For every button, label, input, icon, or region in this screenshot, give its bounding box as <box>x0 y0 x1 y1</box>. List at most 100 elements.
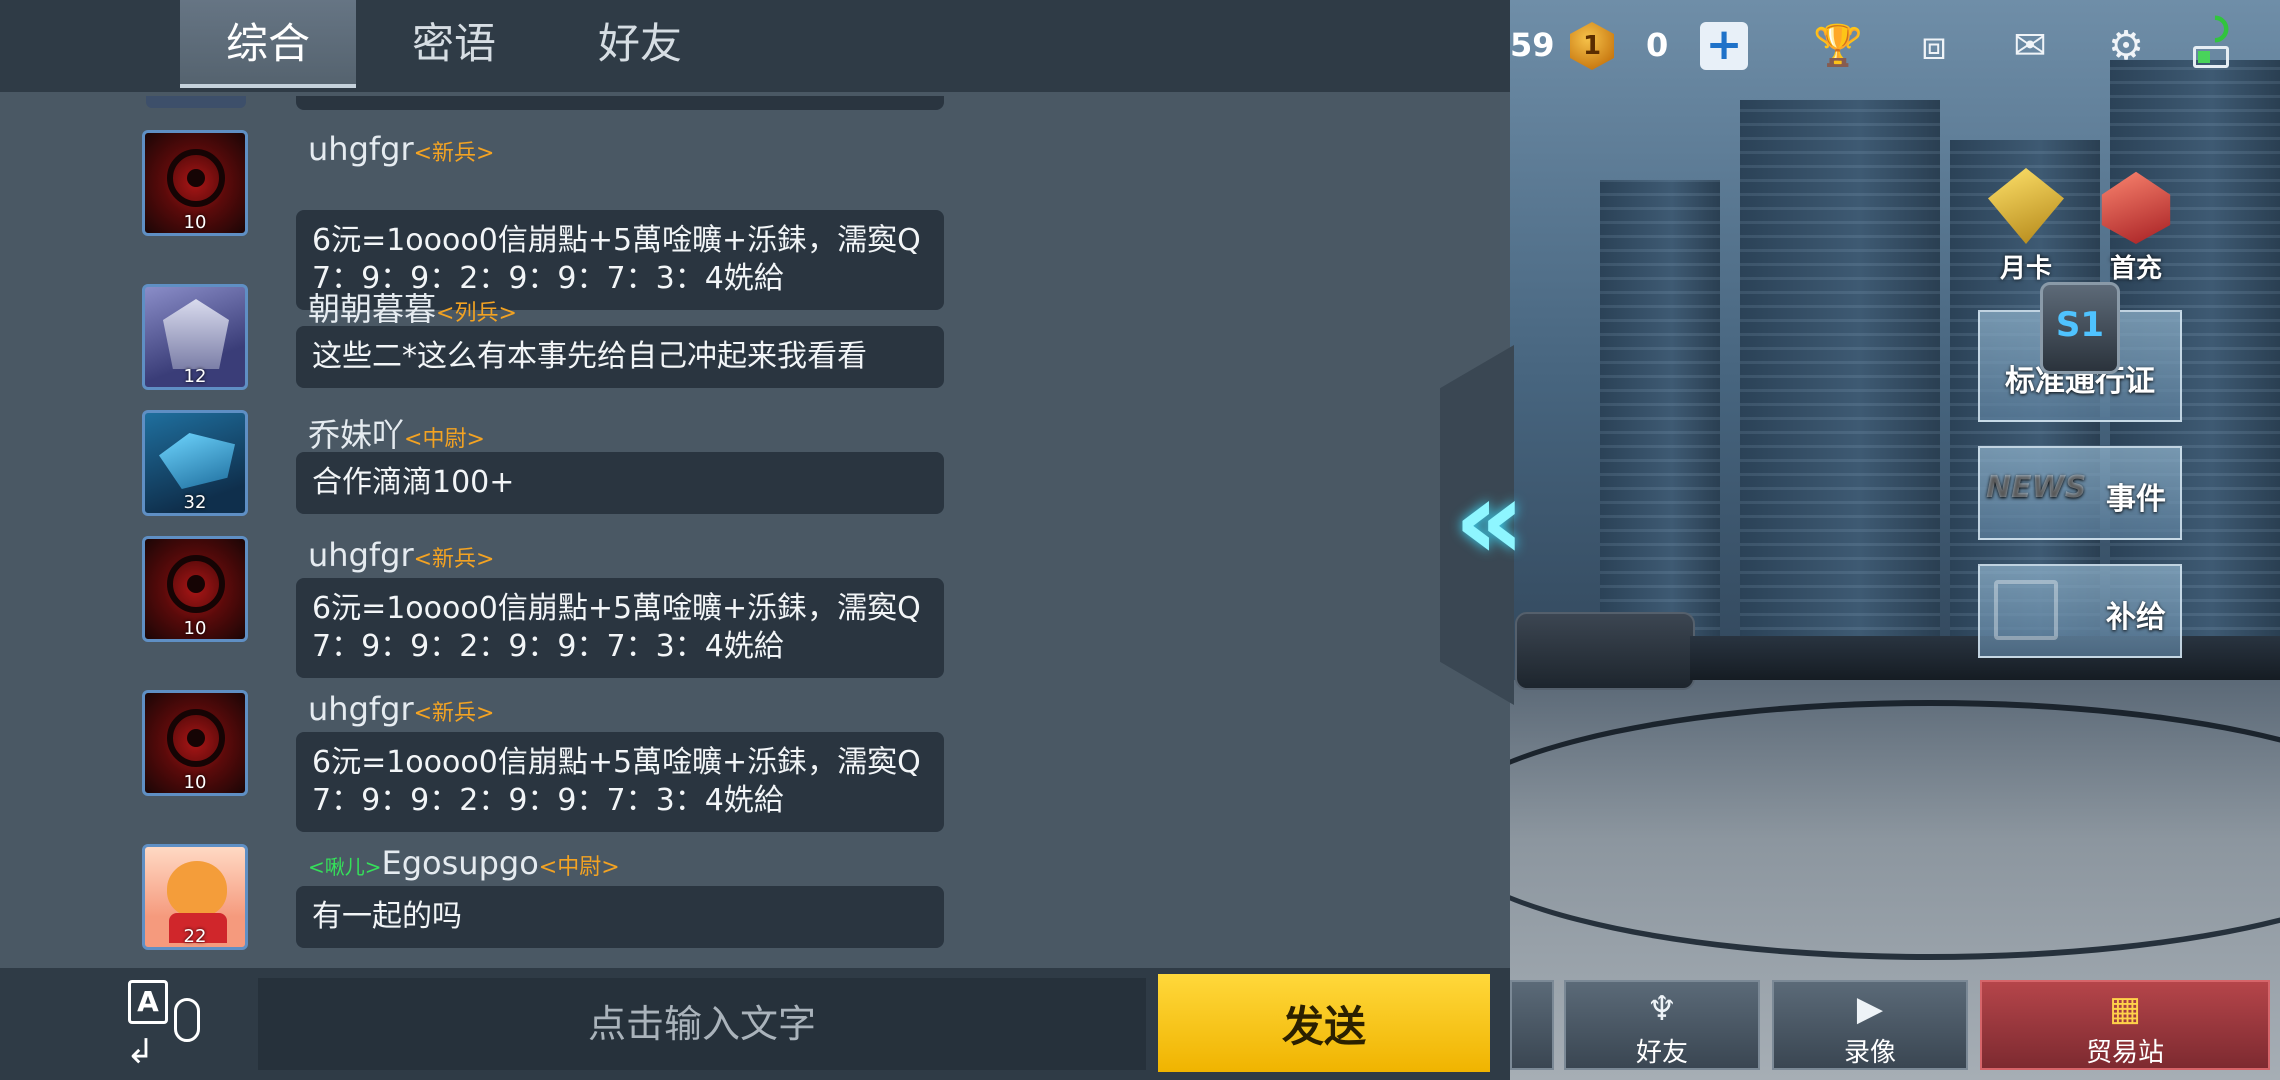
sender-rank: <中尉> <box>538 855 620 880</box>
avatar-level: 22 <box>183 926 207 947</box>
message-bubble: 合作滴滴100+ <box>296 452 944 514</box>
avatar[interactable]: 10 <box>142 536 248 642</box>
battery-icon <box>2193 46 2229 68</box>
message-text: 有一起的吗 <box>312 899 462 934</box>
currency-partial-value: 59 <box>1510 26 1555 64</box>
skyscraper <box>1740 100 1940 700</box>
tab-friends[interactable]: 好友 <box>552 0 728 88</box>
message-list[interactable]: 10 uhgfgr<新兵> 6沅=1oooo0信崩點+5萬唫曠+泺銇，濡寏Q 7… <box>0 96 1510 966</box>
month-card-label: 月卡 <box>1999 254 2052 284</box>
avatar-level: 12 <box>183 366 207 387</box>
sender-rank: <中尉> <box>404 427 485 452</box>
supply-button[interactable]: 补给 <box>1978 564 2182 658</box>
emblem-icon <box>167 709 225 767</box>
message-sender[interactable]: uhgfgr<新兵> <box>308 536 494 574</box>
trade-station-nav-button[interactable]: ▦ 贸易站 <box>1980 980 2270 1070</box>
message-text: 7：9：9：2：9：9：7：3：4姺給 <box>312 629 784 664</box>
bottom-nav: ♆ 好友 ▶ 录像 ▦ 贸易站 <box>1510 980 2280 1070</box>
game-scene-background <box>1510 0 2280 1080</box>
medal-count: 0 <box>1646 26 1669 64</box>
message-text: 6沅=1oooo0信崩點+5萬唫曠+泺銇，濡寏Q <box>312 591 921 626</box>
bottom-nav-partial-button[interactable] <box>1510 980 1554 1070</box>
replay-nav-label: 录像 <box>1843 1038 1896 1068</box>
mail-icon[interactable]: ✉ <box>2004 20 2056 72</box>
sender-rank: <新兵> <box>413 141 495 166</box>
message-sender[interactable]: 朝朝暮暮<列兵> <box>308 284 517 330</box>
gear-icon[interactable]: ⚙ <box>2100 20 2152 72</box>
sender-name: uhgfgr <box>308 690 414 728</box>
trophy-icon[interactable]: 🏆 <box>1812 20 1864 72</box>
tiger-icon <box>167 861 227 917</box>
sender-name: Egosupgo <box>381 844 539 882</box>
sender-name: uhgfgr <box>308 536 414 574</box>
avatar <box>146 96 246 108</box>
first-charge-label: 首充 <box>2109 254 2162 284</box>
mech-icon <box>163 299 229 369</box>
chat-panel: 综合 密语 好友 10 uhgfgr<新兵> 6沅=1oooo0信崩點+5萬唫曠… <box>0 0 1510 1080</box>
avatar-level: 10 <box>183 618 207 639</box>
friends-icon: ♆ <box>1646 989 1678 1029</box>
month-card-button[interactable]: 月卡 <box>1976 168 2076 285</box>
chat-tab-bar: 综合 密语 好友 <box>0 0 1510 92</box>
cubes-icon[interactable]: ⧈ <box>1908 20 1960 72</box>
message-text: 合作滴滴100+ <box>312 465 515 500</box>
sender-rank: <新兵> <box>413 547 495 572</box>
first-charge-icon <box>2101 171 2171 244</box>
microphone-icon <box>174 998 200 1042</box>
replay-icon: ▶ <box>1856 989 1884 1029</box>
send-button[interactable]: 发送 <box>1158 974 1490 1072</box>
first-charge-button[interactable]: 首充 <box>2086 168 2186 285</box>
avatar[interactable]: 10 <box>142 690 248 796</box>
voice-to-text-button[interactable]: A ↲ <box>122 980 210 1072</box>
message-sender[interactable]: <啾儿>Egosupgo<中尉> <box>308 844 620 882</box>
message-bubble <box>296 96 944 110</box>
avatar[interactable]: 10 <box>142 130 248 236</box>
scene-device <box>1515 612 1695 690</box>
sender-title: <啾儿> <box>308 855 382 879</box>
sender-rank: <列兵> <box>436 301 517 326</box>
chevron-left-icon[interactable]: « <box>1454 465 1525 580</box>
replay-nav-button[interactable]: ▶ 录像 <box>1772 980 1968 1070</box>
avatar-level: 32 <box>183 492 207 513</box>
add-currency-button[interactable]: + <box>1700 22 1748 70</box>
text-a-icon: A <box>128 980 168 1024</box>
avatar-level: 10 <box>183 212 207 233</box>
trade-station-nav-label: 贸易站 <box>2085 1038 2164 1068</box>
sender-name: uhgfgr <box>308 130 414 168</box>
message-bubble: 6沅=1oooo0信崩點+5萬唫曠+泺銇，濡寏Q 7：9：9：2：9：9：7：3… <box>296 732 944 832</box>
message-bubble: 有一起的吗 <box>296 886 944 948</box>
event-button[interactable]: NEWS 事件 <box>1978 446 2182 540</box>
message-sender[interactable]: uhgfgr<新兵> <box>308 690 494 728</box>
supply-crate-icon <box>1994 580 2058 640</box>
avatar[interactable]: 12 <box>142 284 248 390</box>
pass-s1-icon: S1 <box>2040 282 2120 374</box>
tab-whisper[interactable]: 密语 <box>366 0 542 88</box>
supply-label: 补给 <box>2106 600 2166 635</box>
trade-station-icon: ▦ <box>2108 989 2142 1029</box>
chat-message-input[interactable] <box>258 978 1146 1070</box>
sender-name: 朝朝暮暮 <box>308 290 437 328</box>
message-bubble: 这些二*这么有本事先给自己冲起来我看看 <box>296 326 944 388</box>
avatar[interactable]: 22 <box>142 844 248 950</box>
friends-nav-button[interactable]: ♆ 好友 <box>1564 980 1760 1070</box>
avatar[interactable]: 32 <box>142 410 248 516</box>
sender-name: 乔妹吖 <box>308 416 405 454</box>
emblem-icon <box>167 149 225 207</box>
message-text: 这些二*这么有本事先给自己冲起来我看看 <box>312 339 867 374</box>
sender-rank: <新兵> <box>413 701 495 726</box>
message-sender[interactable]: uhgfgr<新兵> <box>308 130 494 168</box>
emblem-icon <box>167 555 225 613</box>
message-text: 7：9：9：2：9：9：7：3：4姺給 <box>312 783 784 818</box>
message-sender[interactable]: 乔妹吖<中尉> <box>308 410 485 456</box>
message-text: 6沅=1oooo0信崩點+5萬唫曠+泺銇，濡寏Q <box>312 223 921 258</box>
swap-arrow-icon: ↲ <box>126 1032 155 1072</box>
blue-mech-icon <box>159 433 235 489</box>
tab-general[interactable]: 综合 <box>180 0 356 88</box>
news-icon: NEWS <box>1986 470 2087 505</box>
avatar-level: 10 <box>183 772 207 793</box>
month-card-icon <box>1988 168 2064 244</box>
friends-nav-label: 好友 <box>1635 1038 1688 1068</box>
event-label: 事件 <box>2106 482 2166 517</box>
track-ring <box>1510 700 2280 960</box>
message-text: 6沅=1oooo0信崩點+5萬唫曠+泺銇，濡寏Q <box>312 745 921 780</box>
